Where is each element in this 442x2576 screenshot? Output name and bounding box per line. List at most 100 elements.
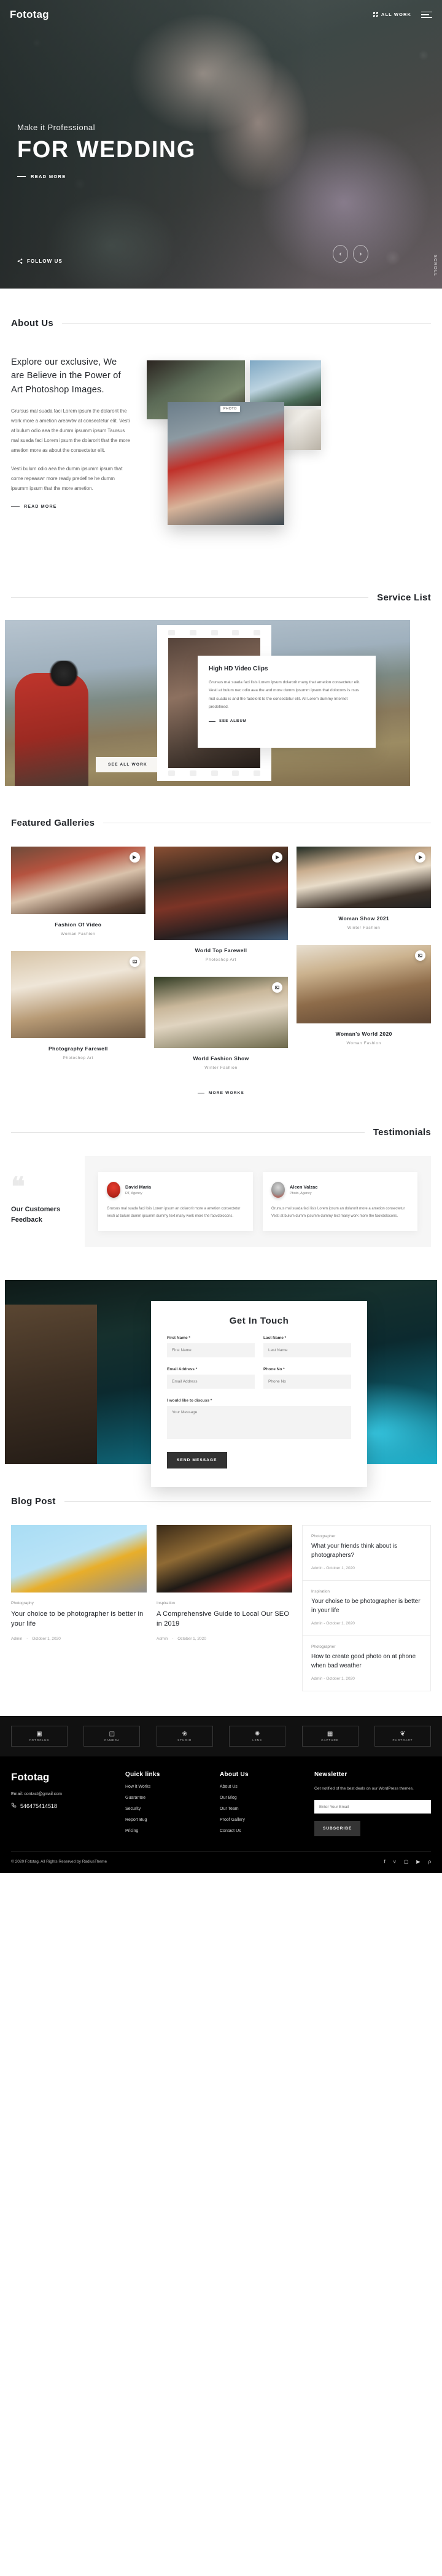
hero-read-more-button[interactable]: READ MORE [17,174,196,179]
gallery-icon[interactable] [415,950,425,961]
hero-next-button[interactable]: › [353,245,368,263]
galleries-section-title: Featured Galleries [11,818,95,828]
newsletter-email-input[interactable] [314,1800,431,1814]
meta-separator: - [172,1637,173,1641]
phone-input[interactable] [263,1375,351,1389]
blog-post-image[interactable] [11,1525,147,1593]
gallery-card[interactable]: Photography Farewell Photoshop Art [11,951,145,1071]
blog-sidebar-item[interactable]: Photographer What your friends think abo… [303,1526,430,1581]
gallery-card[interactable]: Woman Show 2021 Winter Fashion [297,847,431,941]
footer-link-proof-gallery[interactable]: Proof Gallery [220,1818,304,1822]
instagram-icon[interactable]: ▢ [404,1859,409,1864]
footer-columns: Fototag Email: contact@gmail.com 5464754… [11,1771,431,1836]
gallery-icon[interactable] [130,956,140,967]
gallery-image[interactable] [297,847,431,908]
partner-logo[interactable]: ✺ LENS [229,1726,285,1747]
footer-link-pricing[interactable]: Pricing [125,1829,210,1833]
partner-logo[interactable]: ❀ STUDIO [157,1726,213,1747]
hamburger-menu-icon[interactable] [421,12,432,18]
footer-link-our-team[interactable]: Our Team [220,1807,304,1811]
subscribe-button[interactable]: SUBSCRIBE [314,1821,360,1836]
testimonials-body: ❝ Our Customers Feedback David Maria RT,… [0,1156,442,1247]
gallery-column-1: Fashion Of Video Woman Fashion Photograp… [11,847,145,1085]
blog-sidebar-item[interactable]: Inspiration Your choise to be photograph… [303,1581,430,1636]
footer-link-how-it-works[interactable]: How it Works [125,1785,210,1789]
gallery-subtitle: Photoshop Art [157,958,286,962]
contact-form-card: Get In Touch First Name * Last Name * Em… [151,1301,367,1487]
footer-link-our-blog[interactable]: Our Blog [220,1796,304,1800]
about-body: Explore our exclusive, We are Believe in… [0,328,442,558]
gallery-image[interactable] [154,977,289,1048]
blog-sidebar-title[interactable]: Your choise to be photographer is better… [311,1597,422,1615]
more-works-button[interactable]: MORE WORKS [0,1091,442,1095]
email-group: Email Address * [167,1367,255,1389]
contact-row-message: I would like to discuss * [167,1399,351,1442]
message-textarea[interactable] [167,1406,351,1439]
partner-logo[interactable]: ▣ FOTOCLUB [11,1726,68,1747]
gallery-icon[interactable] [272,982,282,993]
play-icon[interactable] [272,852,282,863]
all-work-button[interactable]: ALL WORK [373,12,411,17]
follow-us-button[interactable]: FOLLOW US [17,258,63,264]
gallery-title: World Top Farewell [157,947,286,953]
footer-phone-number: 546475414518 [20,1803,57,1809]
blog-sidebar-author: Admin [311,1566,322,1570]
gallery-card[interactable]: Fashion Of Video Woman Fashion [11,847,145,947]
send-message-button[interactable]: SEND MESSAGE [167,1452,227,1468]
blog-post-title[interactable]: A Comprehensive Guide to Local Our SEO i… [157,1610,292,1629]
email-input[interactable] [167,1375,255,1389]
gallery-card[interactable]: World Top Farewell Photoshop Art [154,847,289,973]
footer-link-security[interactable]: Security [125,1807,210,1811]
facebook-icon[interactable]: f [384,1859,385,1864]
footer-link-report-bug[interactable]: Report Bug [125,1818,210,1822]
blog-sidebar-title[interactable]: What your friends think about is photogr… [311,1542,422,1560]
partner-logo[interactable]: ▦ CAPTURE [302,1726,359,1747]
last-name-input[interactable] [263,1343,351,1357]
gallery-image[interactable] [11,847,145,914]
blog-sidebar-title[interactable]: How to create good photo on at phone whe… [311,1653,422,1670]
gallery-caption: Woman's World 2020 Woman Fashion [297,1023,431,1057]
footer-link-guarantee[interactable]: Guarantee [125,1796,210,1800]
see-album-button[interactable]: SEE ALBUM [209,720,365,723]
blog-section-title: Blog Post [11,1496,56,1507]
gallery-column-3: Woman Show 2021 Winter Fashion Woman's W… [297,847,431,1085]
blog-post-title[interactable]: Your choice to be photographer is better… [11,1610,147,1629]
partner-glyph-icon: ▣ [36,1731,42,1737]
gallery-card[interactable]: Woman's World 2020 Woman Fashion [297,945,431,1057]
meta-separator: - [324,1566,325,1570]
hero-prev-button[interactable]: ‹ [333,245,348,263]
blog-post-card[interactable]: Inspiration A Comprehensive Guide to Loc… [157,1525,292,1691]
gallery-caption: Fashion Of Video Woman Fashion [11,914,145,947]
about-photo-4[interactable] [168,402,284,525]
play-icon[interactable] [130,852,140,863]
footer-email[interactable]: Email: contact@gmail.com [11,1792,115,1796]
about-read-more-button[interactable]: READ MORE [11,505,131,509]
gallery-card[interactable]: World Fashion Show Winter Fashion [154,977,289,1081]
service-showcase: High HD Video Clips Grursus mal suada fa… [0,620,442,786]
testimonials-intro: ❝ Our Customers Feedback [11,1177,85,1225]
partner-name: CAPTURE [321,1739,339,1742]
gallery-image[interactable] [11,951,145,1038]
blog-post-category: Photography [11,1601,147,1605]
play-icon[interactable] [415,852,425,863]
about-photo-2[interactable] [250,360,321,406]
blog-post-card[interactable]: Photography Your choice to be photograph… [11,1525,147,1691]
footer-link-about-us[interactable]: About Us [220,1785,304,1789]
gallery-image[interactable] [154,847,289,940]
footer-logo[interactable]: Fototag [11,1771,115,1783]
youtube-icon[interactable]: ▶ [416,1859,420,1864]
partner-glyph-icon: ❦ [400,1731,405,1737]
site-logo[interactable]: Fototag [10,9,49,21]
blog-sidebar-item[interactable]: Photographer How to create good photo on… [303,1636,430,1691]
first-name-input[interactable] [167,1343,255,1357]
pinterest-icon[interactable]: ρ [428,1859,431,1864]
partner-logo[interactable]: ◰ CAMERA [83,1726,140,1747]
partner-logo[interactable]: ❦ PHOTOART [374,1726,431,1747]
blog-grid: Photography Your choice to be photograph… [0,1507,442,1691]
see-all-work-button[interactable]: SEE ALL WORK [96,757,160,772]
twitter-icon[interactable]: ᴠ [394,1859,396,1864]
blog-post-image[interactable] [157,1525,292,1593]
footer-link-contact-us[interactable]: Contact Us [220,1829,304,1833]
gallery-image[interactable] [297,945,431,1023]
footer-phone[interactable]: 546475414518 [11,1802,115,1809]
